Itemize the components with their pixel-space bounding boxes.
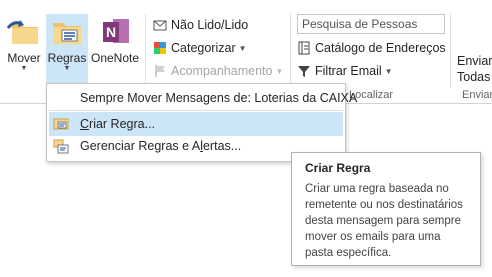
flag-icon: [153, 64, 167, 78]
create-rule-tooltip: Criar Regra Criar uma regra baseada no r…: [291, 152, 481, 266]
unread-read-button[interactable]: Não Lido/Lido: [153, 18, 248, 32]
rules-button[interactable]: Regras ▼: [46, 14, 88, 84]
menu-item-always-move[interactable]: Sempre Mover Mensagens de: Loterias da C…: [80, 91, 357, 105]
filter-email-button[interactable]: Filtrar Email ▼: [297, 64, 393, 78]
manage-rules-label: Gerenciar Regras e Alertas...: [80, 139, 242, 153]
move-button[interactable]: Mover ▼: [4, 14, 44, 73]
group-divider: [450, 14, 451, 88]
menu-divider: [49, 110, 343, 111]
tooltip-line: remetente ou nos destinatários: [305, 199, 463, 211]
address-book-button[interactable]: Catálogo de Endereços: [297, 41, 446, 55]
rules-dropdown-menu: Sempre Mover Mensagens de: Loterias da C…: [46, 83, 357, 162]
followup-button[interactable]: Acompanhamento ▼: [153, 64, 283, 78]
manage-rules-icon: [53, 138, 69, 154]
folder-arrow-icon: [6, 20, 38, 44]
chevron-down-icon: ▼: [275, 66, 284, 76]
create-rule-icon: [53, 116, 69, 132]
followup-label: Acompanhamento: [171, 64, 273, 78]
tooltip-line: mover os emails para uma: [305, 231, 441, 243]
people-search-input[interactable]: [297, 14, 445, 34]
send-receive-line1: Enviar/: [457, 54, 492, 68]
folder-rules-icon: [53, 23, 81, 44]
envelope-icon: [153, 18, 167, 32]
chevron-down-icon: ▼: [63, 65, 71, 72]
tooltip-body: Criar uma regra baseada no remetente ou …: [305, 181, 470, 261]
send-group-label: Enviar/: [462, 89, 492, 101]
group-divider: [145, 14, 146, 88]
create-rule-label: Criar Regra...: [80, 117, 156, 131]
rules-label: Regras: [47, 51, 87, 65]
categorize-button[interactable]: Categorizar ▼: [153, 41, 247, 55]
onenote-label: OneNote: [90, 51, 140, 65]
menu-item-create-rule[interactable]: Criar Regra...: [49, 112, 343, 136]
tooltip-line: desta mensagem para sempre: [305, 215, 461, 227]
tag-icon: [153, 41, 167, 55]
send-receive-line2: Todas: [457, 70, 491, 84]
tooltip-line: Criar uma regra baseada no: [305, 183, 449, 195]
chevron-down-icon: ▼: [238, 43, 247, 53]
send-receive-button[interactable]: Enviar/ Todas: [457, 53, 492, 85]
onenote-icon: N: [103, 19, 129, 43]
address-book-icon: [297, 41, 311, 55]
chevron-down-icon: ▼: [20, 65, 28, 72]
unread-read-label: Não Lido/Lido: [171, 18, 249, 32]
move-label: Mover: [7, 51, 41, 65]
svg-text:N: N: [106, 24, 116, 40]
categorize-label: Categorizar: [171, 41, 236, 55]
chevron-down-icon: ▼: [384, 66, 393, 76]
tooltip-line: pasta específica.: [305, 247, 392, 259]
group-divider: [290, 14, 291, 88]
filter-email-label: Filtrar Email: [315, 64, 382, 78]
address-book-label: Catálogo de Endereços: [315, 41, 446, 55]
onenote-button[interactable]: N OneNote: [90, 14, 140, 65]
tooltip-title: Criar Regra: [305, 161, 371, 175]
funnel-icon: [297, 64, 311, 78]
